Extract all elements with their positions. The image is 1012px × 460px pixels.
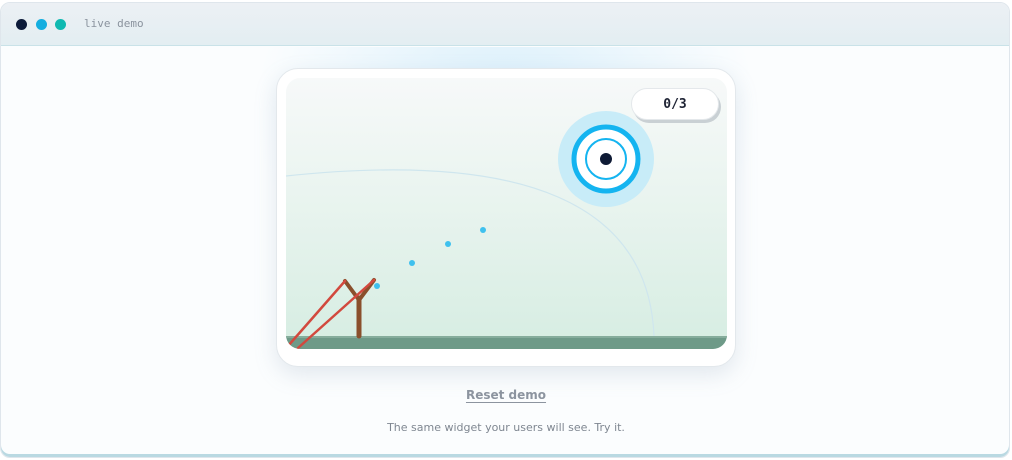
window-titlebar: live demo: [1, 3, 1009, 46]
score-badge: 0/3: [631, 88, 719, 120]
trajectory-dot: [374, 283, 380, 289]
demo-window: live demo 0/3 Reset demo The same widget…: [0, 2, 1010, 458]
window-dot-teal: [55, 19, 66, 30]
window-dot-dark: [16, 19, 27, 30]
reset-demo-container: Reset demo: [1, 388, 1009, 402]
demo-content: 0/3 Reset demo The same widget your user…: [1, 47, 1009, 457]
slingshot-game[interactable]: 0/3: [286, 78, 727, 349]
trajectory-dot: [480, 227, 486, 233]
trajectory-dot: [409, 260, 415, 266]
trajectory-dots: [374, 227, 486, 289]
widget-card: 0/3: [276, 68, 736, 367]
bullseye-icon[interactable]: [558, 111, 654, 207]
demo-caption: The same widget your users will see. Try…: [387, 421, 625, 434]
window-title: live demo: [84, 17, 144, 30]
trajectory-dot: [445, 241, 451, 247]
reset-demo-link[interactable]: Reset demo: [466, 388, 546, 402]
ground-highlight: [286, 336, 727, 338]
window-dot-blue: [36, 19, 47, 30]
